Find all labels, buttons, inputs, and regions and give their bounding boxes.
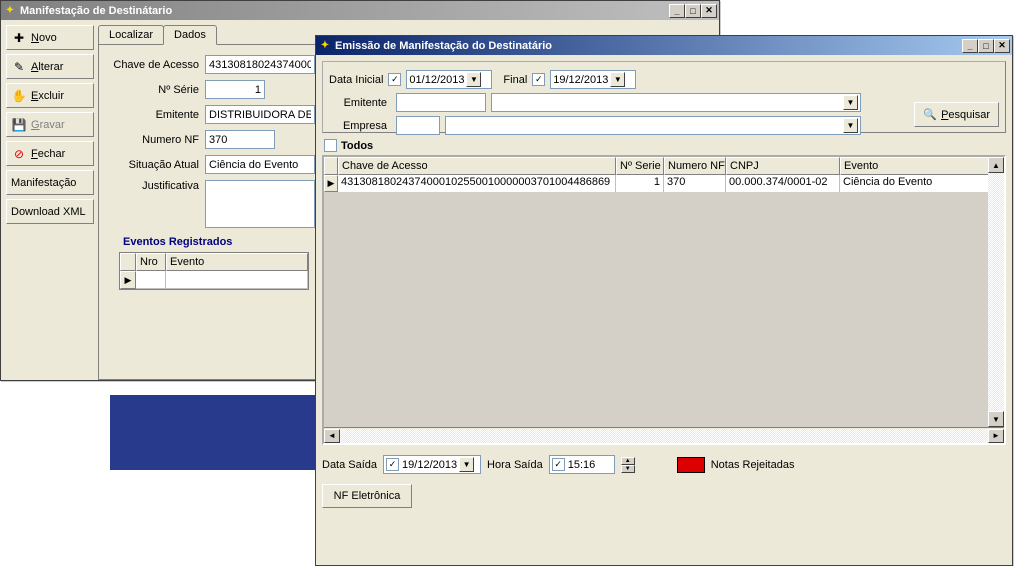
button-column: ✚Novo ✎Alterar ✋Excluir 💾Gravar ⊘Fechar … — [4, 23, 96, 377]
emitente-label: Emitente — [105, 109, 205, 121]
col-serie[interactable]: Nº Serie — [616, 157, 664, 175]
todos-checkbox[interactable] — [324, 139, 337, 152]
serie-label: Nº Série — [105, 84, 205, 96]
justificativa-input[interactable] — [205, 180, 315, 228]
filter-panel: Data Inicial ✓ 01/12/2013▼ Final ✓ 19/12… — [322, 61, 1006, 133]
main-title: Manifestação de Destinátario — [20, 5, 669, 17]
emitente-label: Emitente — [329, 97, 391, 109]
gravar-button[interactable]: 💾Gravar — [6, 112, 94, 137]
edit-icon: ✎ — [11, 59, 27, 75]
alterar-button[interactable]: ✎Alterar — [6, 54, 94, 79]
vertical-scrollbar[interactable]: ▲ ▼ — [988, 157, 1004, 427]
spin-down-icon[interactable]: ▼ — [621, 465, 635, 473]
nf-eletronica-button[interactable]: NF Eletrônica — [322, 484, 412, 508]
app-icon: ✦ — [318, 39, 332, 53]
app-icon: ✦ — [3, 4, 17, 18]
horizontal-scrollbar[interactable]: ◄ ► — [324, 427, 1004, 443]
chevron-down-icon: ▼ — [610, 72, 625, 87]
fechar-button[interactable]: ⊘Fechar — [6, 141, 94, 166]
emitente-combo[interactable]: ▼ — [491, 93, 861, 112]
plus-icon: ✚ — [11, 30, 27, 46]
todos-label: Todos — [341, 140, 373, 152]
data-saida-picker[interactable]: ✓ 19/12/2013 ▼ — [383, 455, 481, 474]
grid-empty-row: ▶ — [120, 271, 308, 289]
data-inicial-checkbox[interactable]: ✓ — [388, 73, 401, 86]
novo-button[interactable]: ✚Novo — [6, 25, 94, 50]
numero-input[interactable] — [205, 130, 275, 149]
row-indicator-icon: ▶ — [120, 271, 136, 289]
data-saida-checkbox[interactable]: ✓ — [386, 458, 399, 471]
eventos-grid[interactable]: Nro Evento ▶ — [119, 252, 309, 290]
chevron-down-icon: ▼ — [843, 118, 858, 133]
serie-input[interactable] — [205, 80, 265, 99]
scroll-left-icon[interactable]: ◄ — [324, 429, 340, 443]
search-icon: 🔍 — [923, 108, 937, 121]
data-saida-label: Data Saída — [322, 459, 377, 471]
empresa-label: Empresa — [329, 120, 391, 132]
download-button[interactable]: Download XML — [6, 199, 94, 224]
minimize-button[interactable]: _ — [669, 4, 685, 18]
excluir-button[interactable]: ✋Excluir — [6, 83, 94, 108]
data-inicial-picker[interactable]: 01/12/2013▼ — [406, 70, 492, 89]
table-row[interactable]: ▶ 43130818024374000102550010000003701004… — [324, 175, 1004, 192]
grid-corner — [120, 253, 136, 271]
delete-icon: ✋ — [11, 88, 27, 104]
maximize-button[interactable]: □ — [978, 39, 994, 53]
situacao-label: Situação Atual — [105, 159, 205, 171]
hora-spinner[interactable]: ▲ ▼ — [621, 457, 635, 473]
chave-label: Chave de Acesso — [105, 59, 205, 71]
situacao-input[interactable] — [205, 155, 315, 174]
emitente-code-input[interactable] — [396, 93, 486, 112]
chevron-down-icon: ▼ — [843, 95, 858, 110]
popup-window: ✦ Emissão de Manifestação do Destinatári… — [315, 35, 1013, 566]
spin-up-icon[interactable]: ▲ — [621, 457, 635, 465]
col-cnpj[interactable]: CNPJ — [726, 157, 840, 175]
close-button[interactable]: ✕ — [701, 4, 717, 18]
popup-titlebar[interactable]: ✦ Emissão de Manifestação do Destinatári… — [316, 36, 1012, 55]
results-grid[interactable]: Chave de Acesso Nº Serie Numero NF CNPJ … — [322, 155, 1006, 445]
row-indicator-icon: ▶ — [324, 175, 338, 192]
hora-saida-checkbox[interactable]: ✓ — [552, 458, 565, 471]
hora-saida-picker[interactable]: ✓ 15:16 — [549, 455, 615, 474]
data-inicial-label: Data Inicial — [329, 74, 383, 86]
scroll-right-icon[interactable]: ► — [988, 429, 1004, 443]
numero-label: Numero NF — [105, 134, 205, 146]
tab-dados[interactable]: Dados — [163, 25, 217, 45]
grid-corner — [324, 157, 338, 175]
col-nro[interactable]: Nro — [136, 253, 166, 271]
main-titlebar[interactable]: ✦ Manifestação de Destinátario _ □ ✕ — [1, 1, 719, 20]
rejected-color-swatch — [677, 457, 705, 473]
tab-localizar[interactable]: Localizar — [98, 25, 164, 44]
minimize-button[interactable]: _ — [962, 39, 978, 53]
justificativa-label: Justificativa — [105, 180, 205, 192]
scroll-up-icon[interactable]: ▲ — [988, 157, 1004, 173]
col-chave[interactable]: Chave de Acesso — [338, 157, 616, 175]
col-numero[interactable]: Numero NF — [664, 157, 726, 175]
empresa-combo[interactable]: ▼ — [445, 116, 861, 135]
chevron-down-icon: ▼ — [459, 457, 474, 472]
save-icon: 💾 — [11, 117, 27, 133]
final-checkbox[interactable]: ✓ — [532, 73, 545, 86]
empresa-code-input[interactable] — [396, 116, 440, 135]
final-label: Final — [503, 74, 527, 86]
chave-input[interactable] — [205, 55, 315, 74]
scroll-down-icon[interactable]: ▼ — [988, 411, 1004, 427]
col-evento[interactable]: Evento — [840, 157, 1004, 175]
close-icon: ⊘ — [11, 146, 27, 162]
hora-saida-label: Hora Saída — [487, 459, 543, 471]
notas-rejeitadas-label: Notas Rejeitadas — [711, 459, 795, 471]
emitente-input[interactable] — [205, 105, 315, 124]
maximize-button[interactable]: □ — [685, 4, 701, 18]
pesquisar-button[interactable]: 🔍 Pesquisar — [914, 102, 999, 127]
col-evento[interactable]: Evento — [166, 253, 308, 271]
popup-title: Emissão de Manifestação do Destinatário — [335, 40, 962, 52]
data-final-picker[interactable]: 19/12/2013▼ — [550, 70, 636, 89]
manifestacao-button[interactable]: Manifestação — [6, 170, 94, 195]
close-button[interactable]: ✕ — [994, 39, 1010, 53]
chevron-down-icon: ▼ — [466, 72, 481, 87]
